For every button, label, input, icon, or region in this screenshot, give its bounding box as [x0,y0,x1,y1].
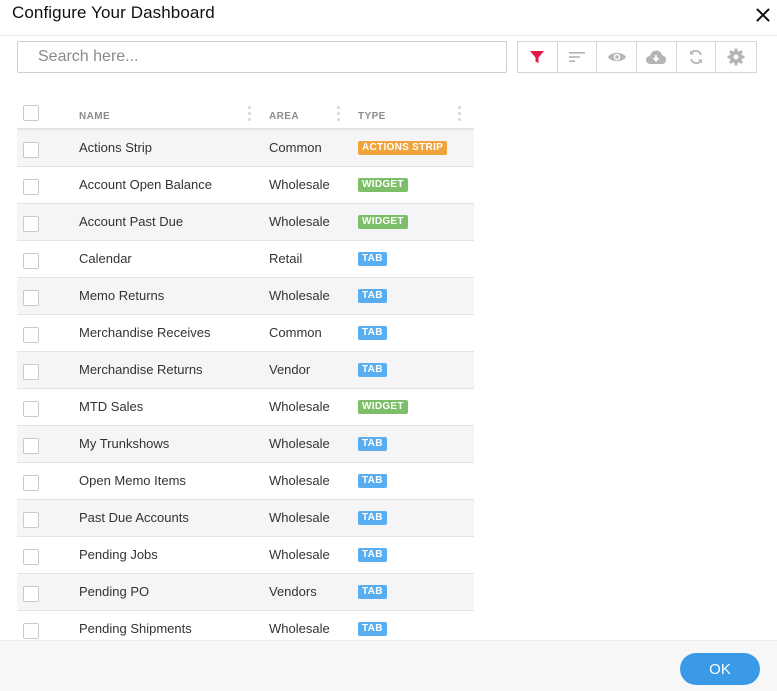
row-area: Common [269,140,322,155]
settings-button[interactable] [716,42,756,72]
row-name: Account Open Balance [79,177,212,192]
type-badge: WIDGET [358,178,408,192]
filter-button[interactable] [518,42,558,72]
table-row[interactable]: Account Open Balance Wholesale WIDGET [17,167,474,204]
type-badge: TAB [358,548,387,562]
row-checkbox[interactable] [23,364,39,380]
table-row[interactable]: Merchandise Receives Common TAB [17,315,474,352]
search-input[interactable] [17,41,507,73]
row-area: Wholesale [269,436,330,451]
refresh-button[interactable] [677,42,717,72]
row-name: Open Memo Items [79,473,186,488]
row-checkbox[interactable] [23,512,39,528]
row-area: Wholesale [269,621,330,636]
row-checkbox[interactable] [23,475,39,491]
refresh-icon [690,50,703,64]
row-checkbox[interactable] [23,179,39,195]
row-name: My Trunkshows [79,436,170,451]
type-badge: TAB [358,511,387,525]
table-row[interactable]: Memo Returns Wholesale TAB [17,278,474,315]
table-header: NAME AREA TYPE [17,103,474,130]
table-row[interactable]: Merchandise Returns Vendor TAB [17,352,474,389]
grid-toolbar [517,41,757,73]
type-badge: TAB [358,289,387,303]
row-checkbox[interactable] [23,253,39,269]
row-area: Wholesale [269,547,330,562]
download-button[interactable] [637,42,677,72]
row-name: MTD Sales [79,399,144,414]
row-name: Pending Jobs [79,547,158,562]
row-checkbox[interactable] [23,216,39,232]
row-name: Pending Shipments [79,621,192,636]
dashboard-items-table: NAME AREA TYPE Actions Strip Common ACTI… [17,103,474,640]
type-badge: TAB [358,585,387,599]
gear-icon [727,48,745,66]
row-checkbox[interactable] [23,438,39,454]
row-name: Actions Strip [79,140,152,155]
row-name: Memo Returns [79,288,165,303]
row-area: Vendors [269,584,317,599]
type-badge: WIDGET [358,215,408,229]
table-row[interactable]: Calendar Retail TAB [17,241,474,278]
row-area: Retail [269,251,303,266]
type-badge: TAB [358,326,387,340]
type-badge: TAB [358,252,387,266]
type-badge: TAB [358,622,387,636]
column-header-area: AREA [269,111,299,122]
row-name: Past Due Accounts [79,510,189,525]
table-row[interactable]: Pending Shipments Wholesale TAB [17,611,474,640]
row-area: Wholesale [269,177,330,192]
filter-icon [530,51,545,63]
type-badge: TAB [358,363,387,377]
row-name: Account Past Due [79,214,184,229]
row-name: Pending PO [79,584,150,599]
cloud-download-icon [646,50,667,64]
row-name: Merchandise Receives [79,325,211,340]
row-area: Wholesale [269,473,330,488]
name-column-menu-icon[interactable] [248,106,252,126]
table-row[interactable]: Past Due Accounts Wholesale TAB [17,500,474,537]
type-badge: TAB [358,474,387,488]
row-checkbox[interactable] [23,290,39,306]
table-row[interactable]: Actions Strip Common ACTIONS STRIP [17,130,474,167]
select-all-checkbox[interactable] [23,105,39,121]
table-row[interactable]: Account Past Due Wholesale WIDGET [17,204,474,241]
row-area: Vendor [269,362,311,377]
row-area: Wholesale [269,399,330,414]
table-row[interactable]: My Trunkshows Wholesale TAB [17,426,474,463]
sort-icon [569,52,585,62]
table-row[interactable]: MTD Sales Wholesale WIDGET [17,389,474,426]
row-area: Wholesale [269,214,330,229]
area-column-menu-icon[interactable] [337,106,341,126]
column-header-type: TYPE [358,111,386,122]
sort-button[interactable] [558,42,598,72]
type-badge: ACTIONS STRIP [358,141,448,155]
row-name: Merchandise Returns [79,362,203,377]
row-checkbox[interactable] [23,327,39,343]
dialog-header: Configure Your Dashboard [0,0,777,36]
dialog-footer: OK [0,640,777,691]
row-area: Wholesale [269,288,330,303]
close-button[interactable] [750,2,776,28]
table-row[interactable]: Pending PO Vendors TAB [17,574,474,611]
visibility-button[interactable] [597,42,638,72]
row-area: Wholesale [269,510,330,525]
dialog-title: Configure Your Dashboard [12,3,215,22]
type-badge: TAB [358,437,387,451]
row-checkbox[interactable] [23,401,39,417]
table-row[interactable]: Open Memo Items Wholesale TAB [17,463,474,500]
ok-button[interactable]: OK [680,653,760,685]
column-header-name: NAME [79,111,111,122]
type-column-menu-icon[interactable] [458,106,462,126]
table-row[interactable]: Pending Jobs Wholesale TAB [17,537,474,574]
row-area: Common [269,325,322,340]
row-checkbox[interactable] [23,623,39,639]
row-checkbox[interactable] [23,586,39,602]
row-checkbox[interactable] [23,142,39,158]
type-badge: WIDGET [358,400,408,414]
eye-icon [607,52,626,62]
close-icon [756,8,770,22]
row-checkbox[interactable] [23,549,39,565]
row-name: Calendar [79,251,132,266]
